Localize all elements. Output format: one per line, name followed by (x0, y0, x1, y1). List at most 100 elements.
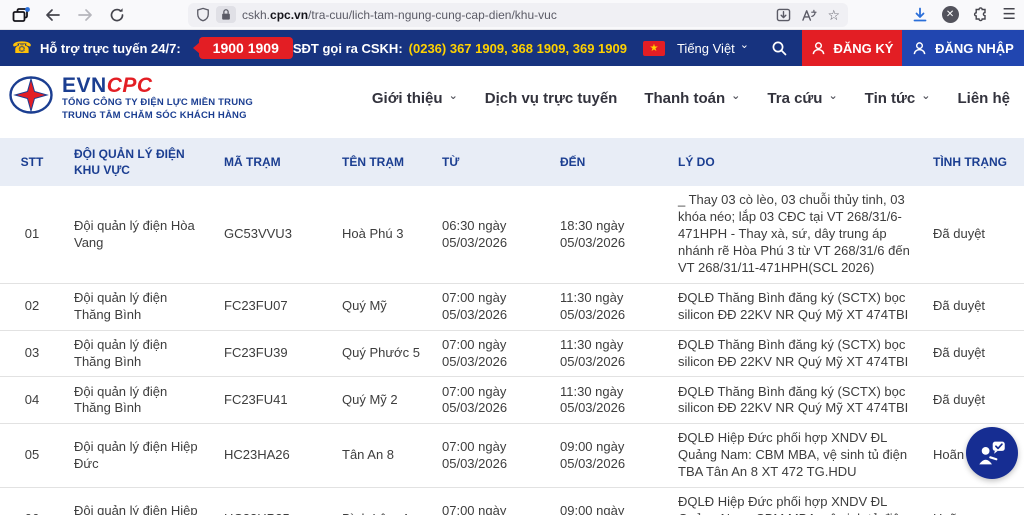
col-ten-tram: TÊN TRẠM (332, 138, 432, 186)
brand-logo[interactable]: EVNCPC TỔNG CÔNG TY ĐIỆN LỰC MIỀN TRUNG … (8, 74, 253, 123)
site-topbar: ☎ Hỗ trợ trực tuyến 24/7: 1900 1909 SĐT … (0, 30, 1024, 66)
nav-tin-tuc[interactable]: Tin tức ⌄ (865, 90, 931, 107)
cell-ma-tram: FC23FU41 (214, 377, 332, 424)
cell-stt: 06 (0, 488, 64, 515)
col-stt: STT (0, 138, 64, 186)
cell-ly-do: ĐQLĐ Hiệp Đức phối hợp XNDV ĐL Quảng Nam… (668, 424, 923, 488)
cell-doi: Đội quản lý điện Hiệp Đức (64, 488, 214, 515)
chat-support-button[interactable] (966, 427, 1018, 479)
main-nav: Giới thiệu ⌄ Dịch vụ trực tuyến Thanh to… (372, 90, 1010, 107)
brand-name: EVNCPC (62, 74, 253, 97)
cell-ten-tram: Tân An 8 (332, 424, 432, 488)
cell-ly-do: ĐQLĐ Hiệp Đức phối hợp XNDV ĐL Quảng Nam… (668, 488, 923, 515)
search-button[interactable] (765, 40, 802, 57)
bookmark-star-icon[interactable]: ☆ (827, 8, 840, 22)
org-line-2: TRUNG TÂM CHĂM SÓC KHÁCH HÀNG (62, 110, 253, 123)
downloads-icon[interactable] (912, 7, 928, 23)
nav-thanh-toan[interactable]: Thanh toán ⌄ (644, 90, 740, 107)
reload-button[interactable] (104, 3, 130, 27)
cell-tu: 07:00 ngày 05/03/2026 (432, 330, 550, 377)
cell-ma-tram: HC23HP25 (214, 488, 332, 515)
login-label: ĐĂNG NHẬP (935, 41, 1014, 56)
menu-hamburger-icon[interactable]: ☰ (1003, 7, 1016, 22)
status-badge: Đã duyệt (923, 186, 1024, 283)
translate-icon[interactable] (801, 8, 817, 22)
support-label: Hỗ trợ trực tuyến 24/7: (40, 41, 181, 56)
cell-doi: Đội quản lý điện Thăng Bình (64, 377, 214, 424)
cell-stt: 04 (0, 377, 64, 424)
cell-tu: 07:00 ngày 05/03/2026 (432, 488, 550, 515)
nav-lien-he[interactable]: Liên hệ (957, 90, 1010, 107)
nav-tra-cuu[interactable]: Tra cứu ⌄ (767, 90, 837, 107)
register-button[interactable]: ĐĂNG KÝ (802, 30, 902, 66)
url-text[interactable]: cskh.cpc.vn/tra-cuu/lich-tam-ngung-cung-… (242, 8, 770, 22)
back-button[interactable] (40, 3, 66, 27)
site-header: EVNCPC TỔNG CÔNG TY ĐIỆN LỰC MIỀN TRUNG … (0, 66, 1024, 130)
chevron-down-icon: ⌄ (731, 94, 740, 100)
forward-button[interactable] (72, 3, 98, 27)
cell-doi: Đội quản lý điện Hòa Vang (64, 186, 214, 283)
url-bar[interactable]: cskh.cpc.vn/tra-cuu/lich-tam-ngung-cung-… (188, 3, 848, 27)
nav-gioi-thieu[interactable]: Giới thiệu ⌄ (372, 90, 458, 107)
cell-stt: 02 (0, 283, 64, 330)
language-selector[interactable]: Tiếng Việt ⌄ (677, 41, 749, 56)
col-den: ĐẾN (550, 138, 668, 186)
hotline-badge[interactable]: 1900 1909 (199, 37, 293, 59)
status-badge: Đã duyệt (923, 330, 1024, 377)
login-button[interactable]: ĐĂNG NHẬP (902, 30, 1024, 66)
cell-tu: 07:00 ngày 05/03/2026 (432, 377, 550, 424)
cell-den: 11:30 ngày 05/03/2026 (550, 283, 668, 330)
adblock-extension-icon[interactable]: ✕ (942, 6, 959, 23)
org-line-1: TỔNG CÔNG TY ĐIỆN LỰC MIỀN TRUNG (62, 97, 253, 110)
status-badge: Hoãn (923, 488, 1024, 515)
cell-stt: 01 (0, 186, 64, 283)
chevron-down-icon: ⌄ (921, 94, 930, 100)
window-tabs-icon[interactable] (8, 3, 34, 27)
cell-ma-tram: FC23FU07 (214, 283, 332, 330)
status-badge: Đã duyệt (923, 377, 1024, 424)
cell-den: 11:30 ngày 05/03/2026 (550, 377, 668, 424)
cell-den: 09:00 ngày 05/03/2026 (550, 424, 668, 488)
cell-ly-do: ĐQLĐ Thăng Bình đăng ký (SCTX) bọc silic… (668, 377, 923, 424)
cell-ten-tram: Quý Mỹ 2 (332, 377, 432, 424)
register-label: ĐĂNG KÝ (834, 41, 894, 56)
table-row[interactable]: 03 Đội quản lý điện Thăng Bình FC23FU39 … (0, 330, 1024, 377)
chat-agent-icon (975, 436, 1009, 470)
status-badge: Đã duyệt (923, 283, 1024, 330)
table-row[interactable]: 06 Đội quản lý điện Hiệp Đức HC23HP25 Bì… (0, 488, 1024, 515)
user-icon (811, 41, 826, 56)
table-row[interactable]: 02 Đội quản lý điện Thăng Bình FC23FU07 … (0, 283, 1024, 330)
nav-dich-vu-truc-tuyen[interactable]: Dịch vụ trực tuyến (485, 90, 618, 107)
save-page-icon[interactable] (776, 8, 791, 22)
cell-ly-do: ĐQLĐ Thăng Bình đăng ký (SCTX) bọc silic… (668, 330, 923, 377)
phone-icon: ☎ (12, 38, 32, 58)
cskh-numbers: (0236) 367 1909, 368 1909, 369 1909 (409, 41, 627, 56)
cell-ten-tram: Quý Phước 5 (332, 330, 432, 377)
lock-icon[interactable] (216, 6, 236, 23)
extensions-puzzle-icon[interactable] (973, 7, 989, 23)
cell-ten-tram: Bình Lâm 4 (332, 488, 432, 515)
cell-doi: Đội quản lý điện Hiệp Đức (64, 424, 214, 488)
cell-den: 09:00 ngày 05/03/2026 (550, 488, 668, 515)
col-ma-tram: MÃ TRẠM (214, 138, 332, 186)
chevron-down-icon: ⌄ (740, 43, 749, 49)
table-row[interactable]: 04 Đội quản lý điện Thăng Bình FC23FU41 … (0, 377, 1024, 424)
col-doi: ĐỘI QUẢN LÝ ĐIỆN KHU VỰC (64, 138, 214, 186)
user-icon (912, 41, 927, 56)
cell-den: 11:30 ngày 05/03/2026 (550, 330, 668, 377)
cell-den: 18:30 ngày 05/03/2026 (550, 186, 668, 283)
cell-ma-tram: GC53VVU3 (214, 186, 332, 283)
table-row[interactable]: 01 Đội quản lý điện Hòa Vang GC53VVU3 Ho… (0, 186, 1024, 283)
cell-stt: 05 (0, 424, 64, 488)
col-tu: TỪ (432, 138, 550, 186)
table-header-row: STT ĐỘI QUẢN LÝ ĐIỆN KHU VỰC MÃ TRẠM TÊN… (0, 138, 1024, 186)
outage-table-area: STT ĐỘI QUẢN LÝ ĐIỆN KHU VỰC MÃ TRẠM TÊN… (0, 130, 1024, 515)
vietnam-flag-icon: ★ (643, 41, 665, 56)
evn-logo-icon (8, 74, 54, 116)
cell-tu: 06:30 ngày 05/03/2026 (432, 186, 550, 283)
cell-doi: Đội quản lý điện Thăng Bình (64, 283, 214, 330)
table-row[interactable]: 05 Đội quản lý điện Hiệp Đức HC23HA26 Tâ… (0, 424, 1024, 488)
col-tinh-trang: TÌNH TRẠNG (923, 138, 1024, 186)
shield-icon[interactable] (196, 7, 210, 22)
language-label: Tiếng Việt (677, 41, 735, 56)
